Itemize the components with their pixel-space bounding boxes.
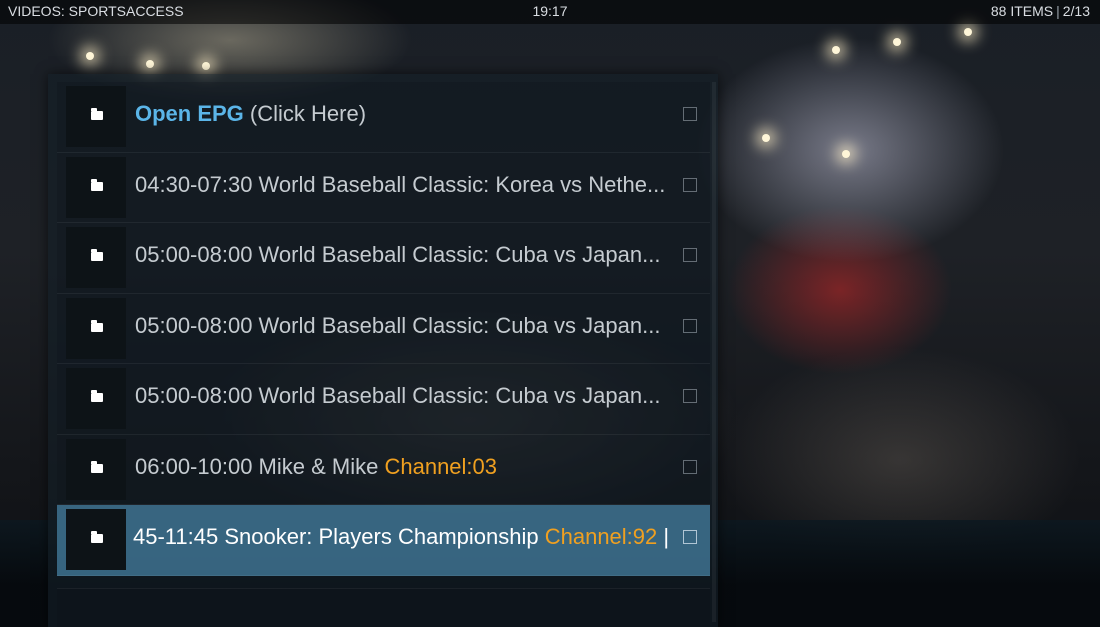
item-label: 06:00-10:00 Mike & Mike Channel:03 [135,454,687,480]
stage-light [964,28,972,36]
item-title: 06:00-10:00 Mike & Mike [135,453,385,479]
item-thumbnail [66,156,126,218]
checkbox-icon[interactable] [683,318,697,333]
item-thumbnail [66,438,126,500]
stage-light [762,134,770,142]
list-item[interactable]: 05:00-08:00 World Baseball Classic: Cuba… [57,364,710,435]
folder-icon [91,249,103,261]
stage-light [86,52,94,60]
list-item-open-epg[interactable]: Open EPG (Click Here) [57,82,710,153]
checkbox-icon[interactable] [683,248,697,262]
clock: 19:17 [532,3,568,19]
stage-light [893,38,901,46]
stage-light [146,60,154,68]
item-title: 45-11:45 Snooker: Players Championship [133,524,545,549]
items-count-label: 88 ITEMS [990,3,1054,19]
open-epg-title: Open EPG [135,101,244,126]
list-item[interactable]: 04:30-07:30 World Baseball Classic: Kore… [57,152,710,223]
channel-number: Channel:92 [544,524,658,549]
folder-icon [91,531,103,543]
stage-light [842,150,850,158]
folder-icon [91,460,103,473]
checkbox-icon[interactable] [683,107,697,121]
checkbox-icon[interactable] [683,459,697,474]
item-label: Open EPG (Click Here) [135,101,687,127]
folder-icon [91,178,103,191]
media-list: Open EPG (Click Here) 04:30-07:30 World … [57,82,710,576]
folder-icon [91,390,103,402]
item-thumbnail [66,86,126,147]
list-item-empty [57,588,710,627]
item-label: 05:00-08:00 World Baseball Classic: Cuba… [135,383,661,408]
folder-icon [91,108,103,120]
item-count: 88 ITEMS | 2/13 [991,3,1090,19]
scroll-tail: | [657,524,670,549]
scrollbar[interactable] [712,82,716,622]
item-label: 05:00-08:00 World Baseball Classic: Cuba… [135,312,661,338]
folder-icon [91,319,103,332]
stage-light [202,62,210,70]
item-thumbnail [66,297,126,359]
item-thumbnail [66,509,126,570]
checkbox-icon[interactable] [683,177,697,192]
checkbox-icon[interactable] [683,530,697,544]
page-indicator: 2/13 [1062,3,1090,19]
list-item-selected[interactable]: 45-11:45 Snooker: Players Championship C… [57,505,710,576]
kodi-screen: VIDEOS: SPORTSACCESS 19:17 88 ITEMS | 2/13… [0,0,1100,627]
open-epg-hint: (Click Here) [243,101,367,126]
stage-light [832,46,840,54]
channel-number: Channel:03 [384,453,498,479]
list-item[interactable]: 05:00-08:00 World Baseball Classic: Cuba… [57,293,710,364]
top-bar: VIDEOS: SPORTSACCESS 19:17 88 ITEMS | 2/13 [0,0,1100,24]
item-label: 05:00-08:00 World Baseball Classic: Cuba… [135,242,661,267]
item-label: 04:30-07:30 World Baseball Classic: Kore… [135,171,666,197]
item-label: 45-11:45 Snooker: Players Championship C… [133,524,685,550]
list-item[interactable]: 05:00-08:00 World Baseball Classic: Cuba… [57,223,710,294]
item-thumbnail [66,227,126,288]
item-thumbnail [66,368,126,429]
separator: | [1056,3,1060,19]
checkbox-icon[interactable] [683,389,697,403]
list-item[interactable]: 06:00-10:00 Mike & Mike Channel:03 [57,434,710,505]
